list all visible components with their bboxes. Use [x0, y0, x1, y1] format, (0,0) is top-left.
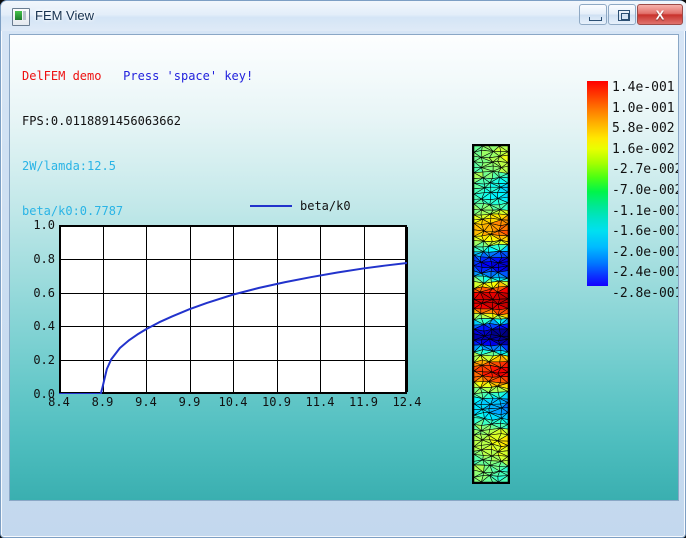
- x-tick-label: 9.4: [135, 395, 157, 409]
- hud-2w-lamda: 2W/lamda:12.5: [22, 159, 116, 173]
- y-tick-label: 0.6: [33, 285, 55, 300]
- app-window-icon: [12, 8, 30, 26]
- restore-button[interactable]: [608, 4, 636, 25]
- y-tick-label: 0.2: [33, 353, 55, 368]
- plot-area: [59, 225, 408, 394]
- colorbar-tick-label: 1.4e-001: [612, 80, 675, 95]
- x-tick-label: 9.9: [178, 395, 201, 409]
- grid-line-vertical: [364, 227, 365, 392]
- grid-line-vertical: [103, 227, 104, 392]
- grid-line-vertical: [407, 227, 408, 392]
- hud-line-demo: DelFEM demo Press 'space' key!: [22, 69, 253, 84]
- fem-view-window: FEM View X DelFEM demo Press 'space' key…: [0, 0, 686, 538]
- y-tick-label: 1.0: [33, 218, 55, 232]
- colorbar-tick-label: -1.6e-001: [612, 224, 678, 240]
- minimize-button[interactable]: [579, 4, 607, 25]
- colorbar-tick-label: -2.8e-001: [612, 286, 678, 301]
- grid-line-horizontal: [61, 360, 405, 361]
- beta-k0-plot: beta/k0 1.0 0.8 0.6 0.4 0.2 0.0 8.4 8.9 9.4 9.9 1…: [22, 195, 422, 410]
- close-button[interactable]: X: [637, 4, 683, 25]
- colorbar-tick-label: -1.1e-001: [612, 203, 678, 219]
- title-bar[interactable]: FEM View X: [1, 1, 686, 31]
- x-axis-labels: 8.4 8.9 9.4 9.9 10.4 10.9 11.4 11.9 12.4: [22, 395, 422, 411]
- y-tick-label: 0.4: [33, 319, 55, 334]
- colorbar-tick-label: 1.6e-002: [612, 141, 675, 157]
- x-tick-label: 11.4: [305, 395, 335, 409]
- y-tick-label: 0.8: [33, 251, 55, 266]
- x-tick-label: 11.9: [349, 395, 378, 409]
- grid-line-horizontal: [61, 259, 405, 260]
- chart-legend: beta/k0: [250, 198, 351, 214]
- close-icon: X: [655, 7, 665, 22]
- window-controls: X: [579, 4, 683, 25]
- grid-line-vertical: [190, 227, 191, 392]
- hud-press-space: Press 'space' key!: [123, 69, 254, 83]
- minimize-icon: [589, 17, 602, 21]
- colorbar-tick-label: -2.7e-002: [612, 162, 678, 178]
- hud-demo-label: DelFEM demo: [22, 69, 102, 83]
- x-tick-label: 8.9: [91, 395, 114, 409]
- legend-line-swatch: [250, 205, 292, 207]
- gl-canvas[interactable]: DelFEM demo Press 'space' key! FPS:0.011…: [10, 35, 678, 500]
- x-tick-label: 10.4: [218, 395, 248, 409]
- grid-line-vertical: [146, 227, 147, 392]
- grid-line-horizontal: [61, 293, 405, 294]
- colorbar-tick-label: -7.0e-002: [612, 183, 678, 198]
- colorbar-tick-label: -2.0e-001: [612, 244, 678, 260]
- y-axis-labels: 1.0 0.8 0.6 0.4 0.2 0.0: [22, 218, 55, 400]
- window-title: FEM View: [35, 8, 94, 23]
- gl-canvas-frame[interactable]: DelFEM demo Press 'space' key! FPS:0.011…: [9, 34, 679, 501]
- grid-line-vertical: [320, 227, 321, 392]
- grid-line-horizontal: [61, 326, 405, 327]
- x-tick-label: 10.9: [262, 395, 291, 409]
- x-tick-label: 12.4: [392, 395, 422, 409]
- colorbar-labels: 1.4e-001 1.0e-001 5.8e-002 1.6e-002 -2.7e-00…: [612, 75, 678, 300]
- x-tick-label: 8.4: [48, 395, 70, 409]
- restore-icon: [618, 10, 630, 21]
- field-colorbar: [587, 81, 608, 286]
- legend-label: beta/k0: [300, 199, 351, 213]
- fem-mesh-strip[interactable]: [472, 144, 510, 484]
- colorbar-tick-label: 1.0e-001: [612, 100, 675, 116]
- colorbar-tick-label: 5.8e-002: [612, 121, 675, 137]
- colorbar-tick-label: -2.4e-001: [612, 265, 678, 281]
- grid-line-vertical: [277, 227, 278, 392]
- hud-fps: FPS:0.0118891456063662: [22, 114, 181, 128]
- grid-line-vertical: [233, 227, 234, 392]
